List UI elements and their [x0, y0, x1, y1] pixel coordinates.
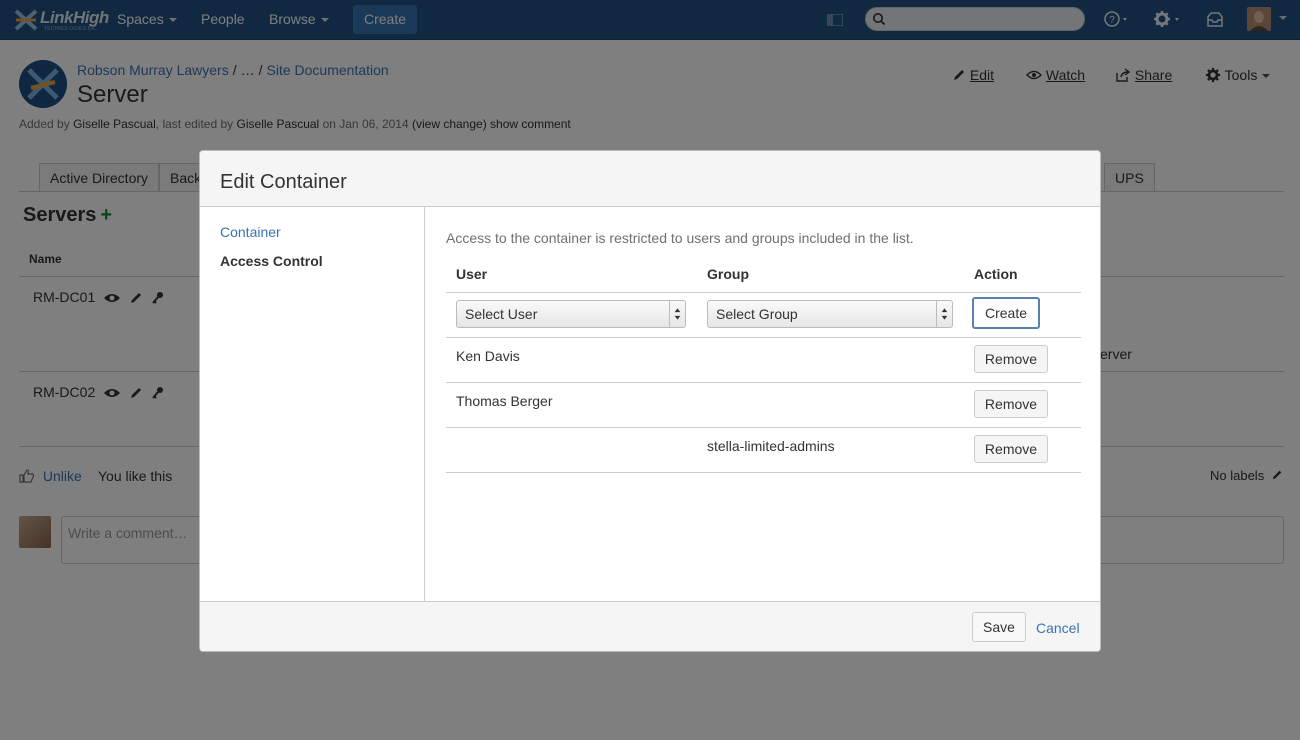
select-group-dropdown[interactable]: Select Group [707, 300, 953, 328]
cancel-button[interactable]: Cancel [1036, 620, 1080, 636]
menu-item-container[interactable]: Container [220, 224, 281, 240]
save-button[interactable]: Save [972, 612, 1026, 642]
select-arrows-icon [669, 301, 681, 327]
table-divider [446, 292, 1081, 293]
entry-group: stella-limited-admins [707, 438, 835, 454]
edit-container-dialog: Edit Container Container Access Control … [199, 150, 1101, 652]
select-user-dropdown[interactable]: Select User [456, 300, 686, 328]
select-arrows-icon [936, 301, 948, 327]
dialog-title: Edit Container [220, 171, 347, 193]
table-divider [446, 382, 1081, 383]
dialog-footer: Save Cancel [200, 601, 1100, 651]
select-user-value: Select User [465, 306, 538, 322]
menu-item-access-control[interactable]: Access Control [220, 253, 323, 269]
access-description: Access to the container is restricted to… [446, 230, 914, 246]
access-control-panel: Access to the container is restricted to… [426, 207, 1100, 601]
user-column-header: User [456, 266, 488, 282]
entry-user: Thomas Berger [456, 393, 553, 409]
remove-button[interactable]: Remove [974, 345, 1048, 373]
select-group-value: Select Group [716, 306, 798, 322]
table-divider [446, 337, 1081, 338]
dialog-menu: Container Access Control [200, 207, 425, 601]
create-entry-button[interactable]: Create [972, 297, 1040, 329]
group-column-header: Group [707, 266, 749, 282]
entry-user: Ken Davis [456, 348, 520, 364]
remove-button[interactable]: Remove [974, 390, 1048, 418]
table-divider [446, 427, 1081, 428]
remove-button[interactable]: Remove [974, 435, 1048, 463]
action-column-header: Action [974, 266, 1018, 282]
table-divider [446, 472, 1081, 473]
dialog-header: Edit Container [200, 151, 1100, 207]
